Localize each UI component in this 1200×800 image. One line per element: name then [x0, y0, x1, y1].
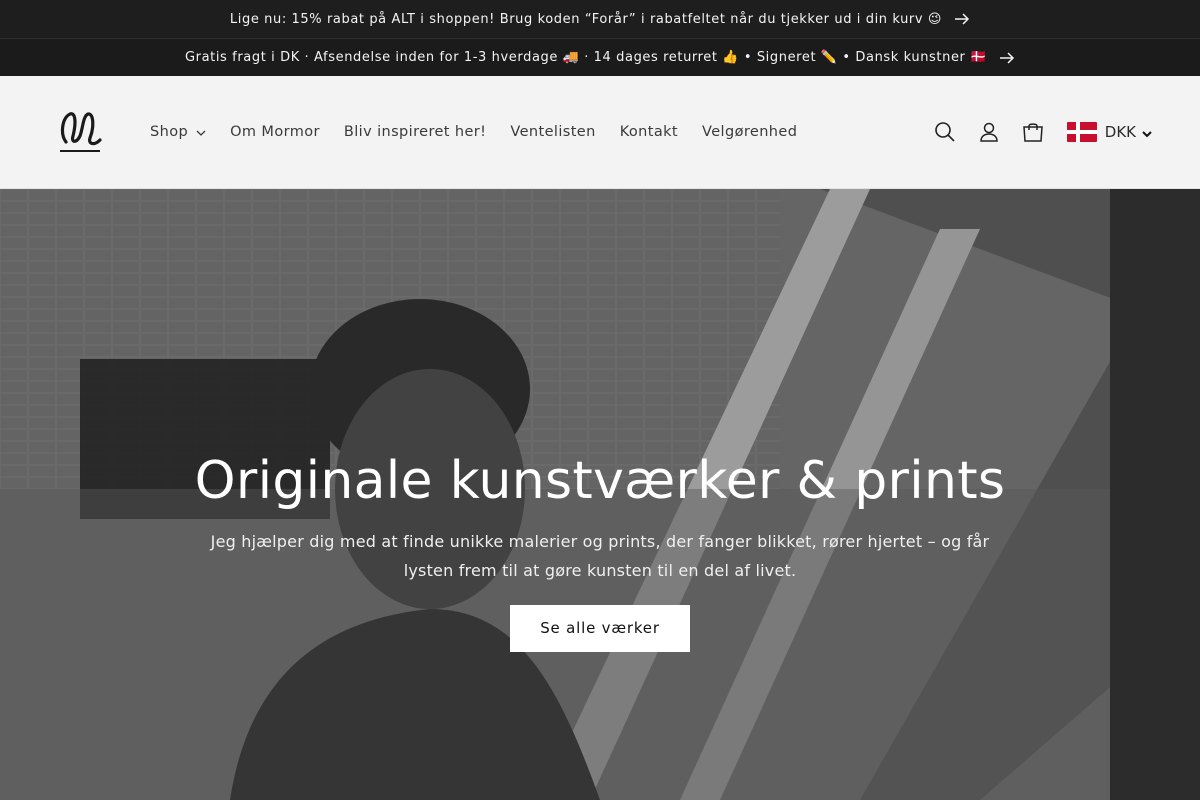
nav-label: Kontakt — [619, 124, 679, 140]
currency-label: DKK — [1104, 123, 1136, 141]
account-icon[interactable] — [967, 110, 1011, 154]
nav-label: Bliv inspireret her! — [343, 124, 487, 140]
arrow-right-icon — [954, 13, 970, 25]
hero-content: Originale kunstværker & prints Jeg hjælp… — [0, 451, 1200, 652]
chevron-down-icon — [196, 124, 206, 140]
see-all-works-button[interactable]: Se alle værker — [510, 605, 690, 652]
cart-icon[interactable] — [1011, 110, 1055, 154]
hero-banner: Originale kunstværker & prints Jeg hjælp… — [0, 189, 1200, 800]
search-icon[interactable] — [923, 110, 967, 154]
nav-item-shop[interactable]: Shop — [150, 124, 206, 140]
announcement-text: Gratis fragt i DK · Afsendelse inden for… — [184, 50, 988, 65]
nav-item-kontakt[interactable]: Kontakt — [620, 124, 678, 140]
nav-item-om-mormor[interactable]: Om Mormor — [230, 124, 320, 140]
denmark-flag-icon — [1066, 122, 1097, 142]
nav-item-ventelisten[interactable]: Ventelisten — [510, 124, 595, 140]
nav-label: Shop — [150, 124, 189, 140]
announcement-bar-promo[interactable]: Lige nu: 15% rabat på ALT i shoppen! Bru… — [0, 0, 1200, 38]
site-header: Shop Om Mormor Bliv inspireret her! Vent… — [0, 76, 1200, 189]
currency-selector[interactable]: DKK — [1066, 122, 1152, 142]
nav-label: Om Mormor — [230, 124, 320, 140]
chevron-down-icon — [1142, 123, 1152, 142]
nav-item-inspiration[interactable]: Bliv inspireret her! — [344, 124, 487, 140]
nav-item-velgorenhed[interactable]: Velgørenhed — [702, 124, 797, 140]
nav-label: Velgørenhed — [702, 124, 798, 140]
logo[interactable] — [54, 104, 106, 160]
header-icons: DKK — [923, 110, 1152, 154]
nav-label: Ventelisten — [510, 124, 596, 140]
main-nav: Shop Om Mormor Bliv inspireret her! Vent… — [150, 76, 821, 188]
announcement-bar-shipping[interactable]: Gratis fragt i DK · Afsendelse inden for… — [0, 38, 1200, 76]
arrow-right-icon — [999, 51, 1015, 64]
announcement-text: Lige nu: 15% rabat på ALT i shoppen! Bru… — [229, 11, 943, 27]
hero-subtitle: Jeg hjælper dig med at finde unikke male… — [210, 532, 990, 580]
hero-title: Originale kunstværker & prints — [194, 451, 1006, 511]
